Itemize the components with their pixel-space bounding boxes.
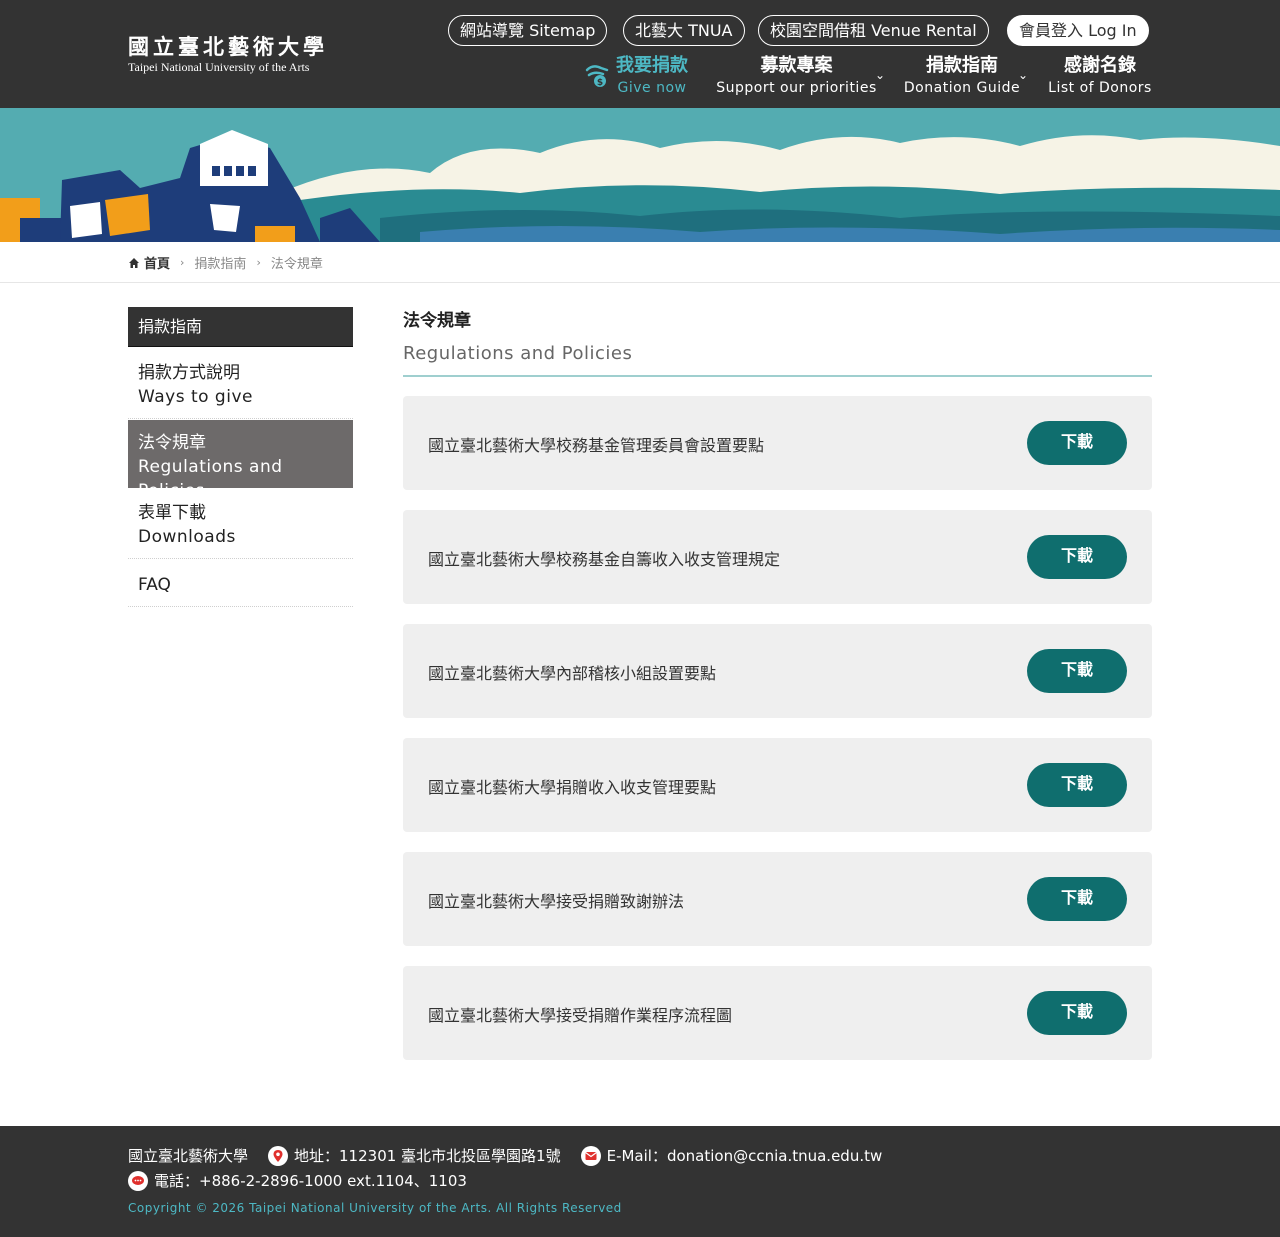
footer-org: 國立臺北藝術大學 bbox=[128, 1147, 249, 1165]
document-name: 國立臺北藝術大學捐贈收入收支管理要點 bbox=[428, 778, 717, 797]
breadcrumb-home-label: 首頁 bbox=[144, 257, 171, 272]
breadcrumb-home[interactable]: 首頁 bbox=[128, 253, 170, 272]
page-subtitle: Regulations and Policies bbox=[403, 343, 633, 364]
sidebar-item-zh: 捐款方式說明 bbox=[138, 363, 240, 383]
sidebar-item-en: Ways to give bbox=[138, 387, 253, 407]
svg-text:$: $ bbox=[597, 78, 603, 88]
nav-guide-zh: 捐款指南 bbox=[926, 55, 998, 76]
nav-donation-guide[interactable]: 捐款指南 Donation Guide bbox=[903, 54, 1021, 98]
sidebar-item-label: FAQ bbox=[138, 575, 171, 595]
campus-landscape-illustration bbox=[0, 108, 1280, 242]
download-button[interactable]: 下載 bbox=[1027, 649, 1127, 693]
document-row: 國立臺北藝術大學接受捐贈作業程序流程圖 下載 bbox=[403, 966, 1152, 1060]
sidebar-item-en: Downloads bbox=[138, 527, 236, 547]
hero-banner bbox=[0, 108, 1280, 242]
nav-list-of-donors[interactable]: 感謝名錄 List of Donors bbox=[1046, 54, 1154, 98]
page-title: 法令規章 bbox=[403, 311, 471, 331]
document-row: 國立臺北藝術大學校務基金管理委員會設置要點 下載 bbox=[403, 396, 1152, 490]
location-pin-icon bbox=[268, 1145, 289, 1166]
university-logo[interactable]: 國立臺北藝術大學 Taipei National University of t… bbox=[128, 34, 328, 74]
sidebar-item-zh: 表單下載 bbox=[138, 503, 206, 523]
email-icon bbox=[580, 1145, 601, 1166]
document-row: 國立臺北藝術大學捐贈收入收支管理要點 下載 bbox=[403, 738, 1152, 832]
chevron-down-icon[interactable]: ⌄ bbox=[875, 68, 885, 82]
sidebar-item-ways-to-give[interactable]: 捐款方式說明 Ways to give bbox=[128, 349, 353, 419]
breadcrumb-current: 法令規章 bbox=[270, 257, 323, 272]
chevron-right-icon: › bbox=[256, 256, 261, 269]
tnua-link[interactable]: 北藝大 TNUA bbox=[623, 15, 745, 46]
document-row: 國立臺北藝術大學校務基金自籌收入收支管理規定 下載 bbox=[403, 510, 1152, 604]
footer-address: 地址：112301 臺北市北投區學園路1號 bbox=[294, 1147, 561, 1165]
nav-give-now-en: Give now bbox=[617, 80, 687, 96]
chevron-down-icon[interactable]: ⌄ bbox=[1018, 68, 1028, 82]
sidebar-item-regulations[interactable]: 法令規章 Regulations and Policies bbox=[128, 420, 353, 501]
download-button[interactable]: 下載 bbox=[1027, 877, 1127, 921]
footer-phone: 電話：+886-2-2896-1000 ext.1104、1103 bbox=[154, 1172, 467, 1190]
document-name: 國立臺北藝術大學校務基金自籌收入收支管理規定 bbox=[428, 550, 781, 569]
logo-chinese: 國立臺北藝術大學 bbox=[128, 34, 328, 59]
download-button[interactable]: 下載 bbox=[1027, 763, 1127, 807]
document-name: 國立臺北藝術大學校務基金管理委員會設置要點 bbox=[428, 436, 765, 455]
home-icon bbox=[129, 257, 139, 268]
sidebar-item-downloads[interactable]: 表單下載 Downloads bbox=[128, 489, 353, 559]
sitemap-link[interactable]: 網站導覽 Sitemap bbox=[448, 15, 608, 46]
site-footer: 國立臺北藝術大學 地址：112301 臺北市北投區學園路1號 E-Mail：do… bbox=[0, 1126, 1280, 1237]
sidebar-item-faq[interactable]: FAQ bbox=[128, 560, 353, 607]
sidebar-item-zh: 法令規章 bbox=[138, 433, 206, 453]
footer-email[interactable]: E-Mail：donation@ccnia.tnua.edu.tw bbox=[607, 1145, 883, 1166]
nav-donors-zh: 感謝名錄 bbox=[1064, 55, 1136, 76]
document-row: 國立臺北藝術大學接受捐贈致謝辦法 下載 bbox=[403, 852, 1152, 946]
nav-guide-en: Donation Guide bbox=[903, 80, 1021, 96]
donate-hand-icon: $ bbox=[585, 65, 609, 88]
nav-give-now[interactable]: 我要捐款 Give now bbox=[613, 54, 691, 98]
download-button[interactable]: 下載 bbox=[1027, 991, 1127, 1035]
nav-give-now-zh: 我要捐款 bbox=[616, 55, 688, 76]
venue-rental-link[interactable]: 校園空間借租 Venue Rental bbox=[758, 15, 989, 46]
site-header: 國立臺北藝術大學 Taipei National University of t… bbox=[0, 0, 1280, 108]
nav-support-en: Support our priorities bbox=[716, 80, 877, 96]
login-button[interactable]: 會員登入 Log In bbox=[1007, 15, 1149, 46]
title-divider bbox=[403, 375, 1152, 377]
nav-support-zh: 募款專案 bbox=[760, 55, 833, 76]
sidebar-title: 捐款指南 bbox=[128, 307, 353, 347]
breadcrumb: 首頁 › 捐款指南 › 法令規章 bbox=[0, 242, 1280, 283]
nav-support-priorities[interactable]: 募款專案 Support our priorities bbox=[714, 54, 879, 98]
logo-english: Taipei National University of the Arts bbox=[128, 60, 310, 74]
chevron-right-icon: › bbox=[180, 256, 185, 269]
document-name: 國立臺北藝術大學接受捐贈致謝辦法 bbox=[428, 892, 685, 911]
document-name: 國立臺北藝術大學接受捐贈作業程序流程圖 bbox=[428, 1006, 733, 1025]
document-row: 國立臺北藝術大學內部稽核小組設置要點 下載 bbox=[403, 624, 1152, 718]
breadcrumb-level1[interactable]: 捐款指南 bbox=[194, 253, 246, 272]
download-button[interactable]: 下載 bbox=[1027, 421, 1127, 465]
nav-donors-en: List of Donors bbox=[1048, 80, 1152, 96]
document-name: 國立臺北藝術大學內部稽核小組設置要點 bbox=[428, 664, 717, 683]
download-button[interactable]: 下載 bbox=[1027, 535, 1127, 579]
phone-chat-icon bbox=[128, 1170, 148, 1191]
footer-copyright: Copyright © 2026 Taipei National Univers… bbox=[128, 1201, 622, 1215]
